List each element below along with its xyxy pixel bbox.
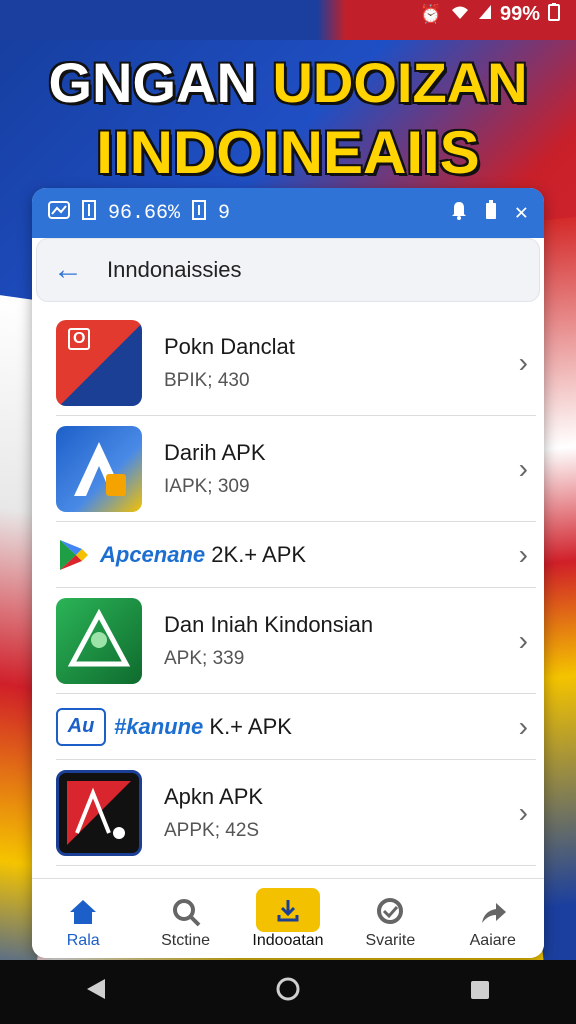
home-icon: [68, 892, 98, 932]
search-bar[interactable]: ← Inndonaissies: [36, 238, 540, 302]
app-status-text: 96.66%: [108, 201, 181, 225]
headline-yellow-word: UDOIZAN: [272, 51, 528, 114]
chevron-right-icon: ›: [518, 710, 528, 742]
nav-label: Aaiare: [469, 932, 516, 949]
back-arrow-icon[interactable]: ←: [53, 255, 83, 285]
chevron-right-icon: ›: [518, 624, 528, 656]
nav-label: Stctine: [161, 932, 211, 949]
notification-icon[interactable]: [451, 200, 467, 227]
app-icon: [56, 769, 142, 856]
list-item[interactable]: Dan Iniah Kindonsian APK; 339 ›: [56, 588, 536, 694]
app-rest: K.+ APK: [209, 713, 292, 739]
battery-percentage: 99%: [499, 2, 540, 25]
app-name: Pokn Danclat: [164, 333, 295, 359]
headline: GNGAN UDOIZAN IINDOINEAIIS: [0, 48, 576, 188]
play-store-icon: [56, 537, 92, 573]
app-meta: APPK; 42S: [164, 819, 260, 841]
list-item[interactable]: Apcenane 2K.+ APK ›: [56, 522, 536, 588]
app-window: 96.66% 9 ✕ ← Inndonaissies O Pokn Dancla…: [32, 188, 544, 958]
home-button[interactable]: [258, 976, 318, 1009]
battery-icon: [548, 2, 560, 26]
app-status-number: 9: [218, 201, 231, 225]
app-brand: #kanune: [114, 713, 204, 739]
sim-icon: [82, 199, 96, 227]
chat-icon: [375, 892, 405, 932]
nav-item-chat[interactable]: Svarite: [340, 892, 440, 950]
battery-small-icon: [485, 199, 497, 227]
close-icon[interactable]: ✕: [515, 200, 528, 226]
list-item[interactable]: Apkn APK APPK; 42S ›: [56, 760, 536, 866]
nav-item-search[interactable]: Stctine: [136, 892, 236, 950]
list-item[interactable]: O Pokn Danclat BPIK; 430 ›: [56, 310, 536, 416]
bottom-navigation: Rala Stctine Indooatan Svarite Aaiare: [32, 878, 544, 958]
list-item[interactable]: Au #kanune K.+ APK ›: [56, 694, 536, 760]
app-rest: 2K.+ APK: [211, 541, 307, 567]
au-logo-icon: Au: [56, 707, 106, 746]
list-item[interactable]: Darih APK IAPK; 309 ›: [56, 416, 536, 522]
app-meta: APK; 339: [164, 647, 245, 669]
download-icon: [255, 888, 320, 932]
app-meta: IAPK; 309: [164, 475, 250, 497]
signal-icon: [478, 4, 492, 25]
headline-line1: GNGAN UDOIZAN: [0, 48, 576, 118]
chevron-right-icon: ›: [518, 346, 528, 378]
image-icon: [48, 200, 70, 226]
headline-line2: IINDOINEAIIS: [96, 119, 480, 186]
nav-label: Rala: [66, 932, 100, 949]
nav-item-home[interactable]: Rala: [33, 892, 133, 950]
app-name: Dan Iniah Kindonsian: [164, 611, 374, 637]
app-name: Apkn APK: [164, 783, 264, 809]
app-meta: BPIK; 430: [164, 369, 250, 391]
headline-white-word: GNGAN: [48, 51, 257, 114]
back-button[interactable]: [66, 977, 126, 1008]
app-icon: [56, 425, 142, 512]
app-brand: Apcenane: [100, 541, 206, 567]
app-list: O Pokn Danclat BPIK; 430 › Darih APK IAP…: [32, 310, 544, 866]
wifi-icon: [450, 4, 470, 25]
nav-label: Svarite: [365, 932, 416, 949]
status-bar: ⏰ 99%: [420, 0, 560, 28]
alarm-icon: ⏰: [419, 3, 442, 24]
nav-item-download[interactable]: Indooatan: [238, 888, 338, 950]
recents-button[interactable]: [450, 977, 510, 1008]
search-query[interactable]: Inndonaissies: [107, 257, 242, 283]
app-name: Darih APK: [164, 439, 266, 465]
search-icon: [171, 892, 201, 932]
chevron-right-icon: ›: [518, 796, 528, 828]
nav-item-share[interactable]: Aaiare: [443, 892, 543, 950]
share-icon: [478, 892, 508, 932]
chevron-right-icon: ›: [518, 452, 528, 484]
nav-label: Indooatan: [252, 932, 324, 949]
app-icon: [56, 597, 142, 684]
app-title-inline: #kanune K.+ APK: [114, 714, 292, 740]
storage-icon: [192, 199, 207, 227]
app-icon: O: [56, 319, 142, 406]
app-status-bar: 96.66% 9 ✕: [32, 188, 544, 238]
app-title-inline: Apcenane 2K.+ APK: [100, 542, 306, 568]
system-navigation-bar: [0, 960, 576, 1024]
chevron-right-icon: ›: [518, 538, 528, 570]
